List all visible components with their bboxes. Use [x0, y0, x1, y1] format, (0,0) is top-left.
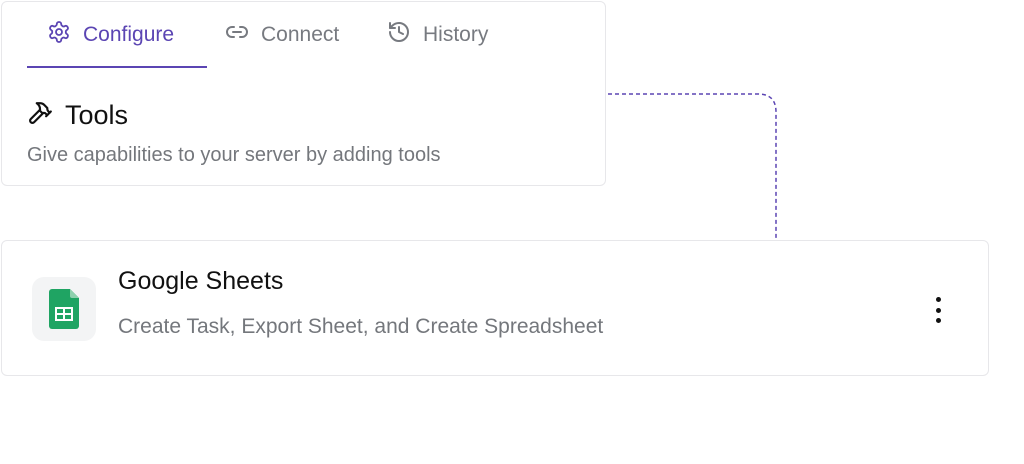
tab-configure-label: Configure	[83, 23, 175, 46]
gear-icon	[47, 20, 71, 50]
google-sheets-icon	[32, 277, 96, 341]
connector-line	[608, 93, 777, 241]
tool-card-google-sheets[interactable]: Google Sheets Create Task, Export Sheet,…	[1, 240, 989, 376]
tab-connect[interactable]: Connect	[207, 2, 369, 68]
tab-bar: Configure Connect History	[27, 2, 509, 68]
menu-dot	[935, 318, 941, 323]
tab-configure[interactable]: Configure	[27, 2, 207, 68]
page: Configure Connect History Tools Give cap…	[0, 0, 1024, 464]
link-icon	[225, 20, 249, 50]
menu-dot	[935, 297, 941, 302]
tool-name: Google Sheets	[118, 267, 284, 295]
tab-history-label: History	[423, 23, 489, 46]
tools-title: Tools	[65, 100, 129, 130]
tab-connect-label: Connect	[261, 23, 340, 46]
tools-subtitle: Give capabilities to your server by addi…	[27, 144, 441, 166]
hammer-icon	[27, 100, 53, 131]
tool-description: Create Task, Export Sheet, and Create Sp…	[118, 315, 604, 338]
config-panel: Configure Connect History Tools Give cap…	[1, 1, 606, 186]
tab-history[interactable]: History	[369, 2, 509, 68]
tools-heading: Tools	[27, 100, 128, 131]
more-vertical-icon[interactable]	[926, 295, 950, 325]
history-icon	[387, 20, 411, 50]
menu-dot	[935, 307, 941, 313]
